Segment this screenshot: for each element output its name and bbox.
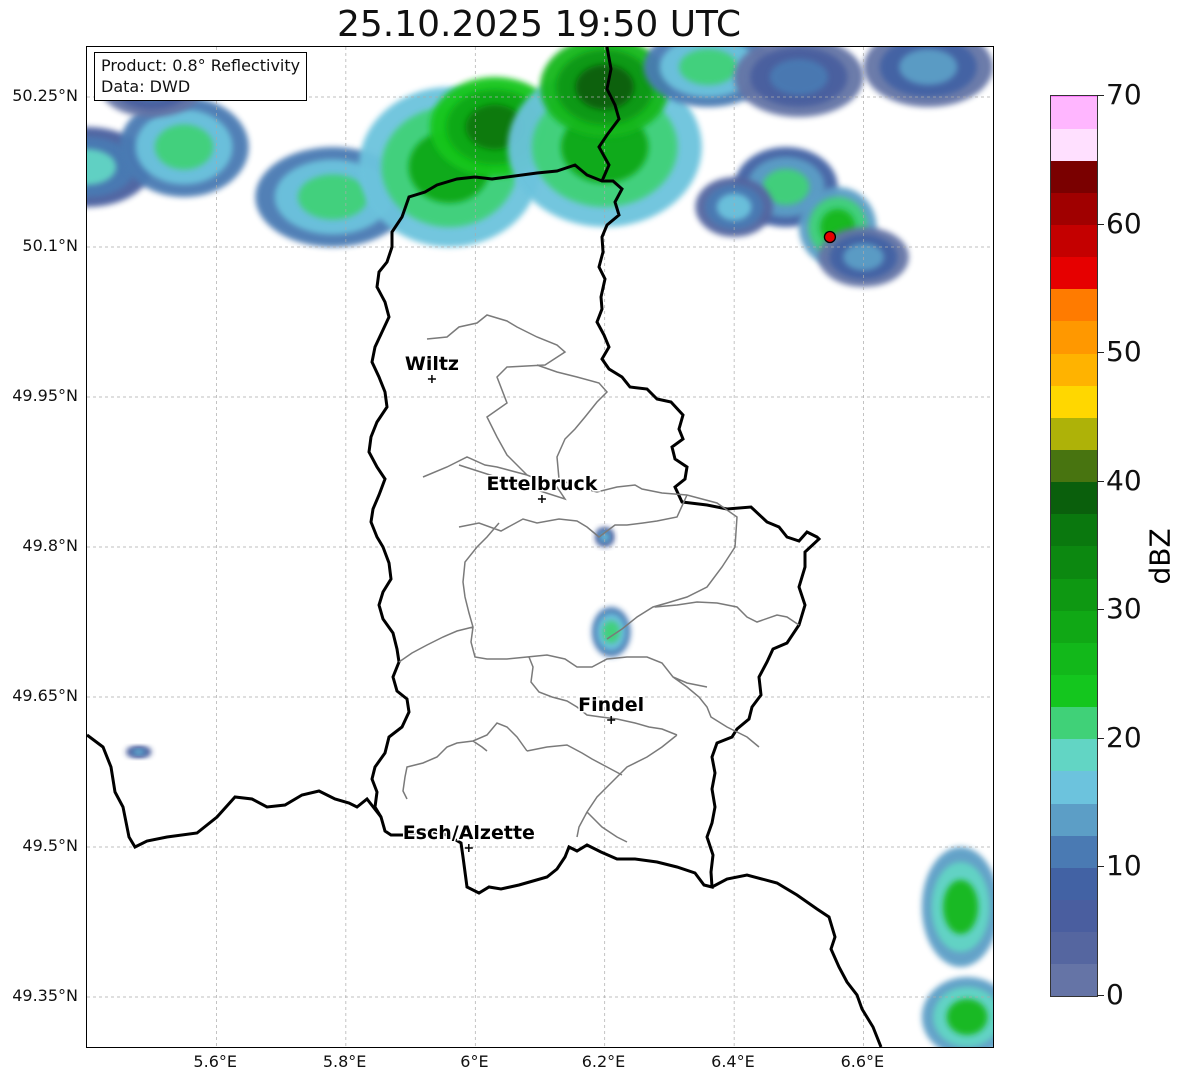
colorbar-segment — [1051, 642, 1097, 676]
colorbar-tick-label: 30 — [1106, 592, 1142, 626]
colorbar-segment — [1051, 963, 1097, 996]
colorbar-tick-label: 70 — [1106, 78, 1142, 111]
colorbar-segment — [1051, 96, 1097, 97]
colorbar-segment — [1051, 417, 1097, 451]
radar-echo-cell — [769, 59, 828, 95]
colorbar-segment — [1051, 835, 1097, 868]
colorbar-tick-label: 40 — [1106, 463, 1142, 497]
latitude-label: 49.95°N — [12, 386, 78, 405]
colorbar-tick-label: 60 — [1106, 206, 1142, 240]
colorbar-segment — [1051, 96, 1097, 129]
radar-echo-cell — [943, 880, 979, 934]
latitude-label: 49.35°N — [12, 986, 78, 1005]
city-label: Wiltz — [405, 353, 459, 375]
data-source-label: Data: DWD — [101, 77, 191, 96]
colorbar-tickmark — [1097, 223, 1104, 225]
colorbar-segment — [1051, 546, 1097, 579]
map-title: 25.10.2025 19:50 UTC — [336, 4, 742, 45]
longitude-label: 6.6°E — [840, 1052, 885, 1071]
colorbar-tickmark — [1097, 95, 1104, 96]
longitude-label: 5.6°E — [193, 1052, 237, 1071]
longitude-label: 6.2°E — [581, 1052, 626, 1071]
radar-echo-cell — [297, 174, 368, 220]
colorbar-segment — [1051, 288, 1097, 322]
latitude-label: 50.25°N — [12, 86, 78, 105]
colorbar-segment — [1051, 610, 1097, 643]
colorbar-tick-label: 0 — [1106, 978, 1124, 1011]
colorbar-segment — [1051, 449, 1097, 483]
colorbar-segment — [1051, 256, 1097, 290]
radar-site-dot — [823, 230, 837, 244]
colorbar-segment — [1051, 224, 1097, 258]
city-markers: Wiltz Ettelbruck Findel Esch/Alzette — [401, 352, 646, 852]
longitude-label: 5.8°E — [322, 1052, 367, 1071]
colorbar-tickmark — [1097, 352, 1104, 354]
radar-map-panel[interactable]: Wiltz Ettelbruck Findel Esch/Alzette — [86, 46, 994, 1048]
city-marker: Wiltz — [403, 352, 460, 383]
canton-borders — [398, 314, 800, 843]
latitude-label: 49.65°N — [12, 686, 78, 705]
colorbar-segment — [1051, 674, 1097, 708]
latitude-label: 49.5°N — [22, 836, 78, 855]
colorbar-segment — [1051, 899, 1097, 933]
product-label: Product: 0.8° Reflectivity — [101, 56, 301, 75]
colorbar-segment — [1051, 771, 1097, 804]
colorbar-label: dBZ — [1143, 528, 1177, 585]
radar-map-canvas[interactable]: Wiltz Ettelbruck Findel Esch/Alzette — [87, 47, 993, 1047]
colorbar-tick-label: 10 — [1106, 849, 1142, 883]
latitude-label: 49.8°N — [22, 536, 78, 555]
longitude-label: 6.4°E — [711, 1052, 755, 1071]
longitude-label: 6°E — [460, 1052, 489, 1071]
city-label: Findel — [578, 694, 644, 716]
colorbar-segment — [1051, 706, 1097, 740]
colorbar-segment — [1051, 513, 1097, 547]
colorbar-tickmark — [1097, 737, 1104, 739]
colorbar-tickmark — [1097, 995, 1104, 996]
city-marker: Ettelbruck — [485, 472, 599, 503]
colorbar-tick-label: 20 — [1106, 720, 1142, 754]
city-marker: Findel — [577, 693, 646, 724]
colorbar-segment — [1051, 578, 1097, 611]
colorbar-tickmark — [1097, 609, 1104, 611]
colorbar-segment — [1051, 481, 1097, 515]
city-label: Esch/Alzette — [403, 822, 535, 844]
radar-echo-cell — [899, 49, 958, 85]
colorbar-segment — [1051, 931, 1097, 965]
colorbar-tick-label: 50 — [1106, 335, 1142, 369]
colorbar-segment — [1051, 192, 1097, 226]
colorbar-segment — [1051, 385, 1097, 418]
radar-echo-cell — [679, 49, 738, 85]
colorbar-segment — [1051, 160, 1097, 193]
luxembourg-country-border — [367, 163, 822, 895]
city-marker: Esch/Alzette — [401, 821, 536, 852]
city-label: Ettelbruck — [486, 473, 597, 495]
radar-site-marker — [823, 230, 837, 244]
product-info-box: Product: 0.8° Reflectivity Data: DWD — [94, 52, 308, 101]
colorbar-segment — [1051, 867, 1097, 901]
dbz-colorbar — [1050, 95, 1098, 997]
colorbar-segment — [1051, 128, 1097, 161]
germany-border-south — [711, 873, 883, 1047]
latitude-label: 50.1°N — [22, 236, 78, 255]
colorbar-tickmark — [1097, 866, 1104, 868]
colorbar-segment — [1051, 738, 1097, 772]
colorbar-segment — [1051, 353, 1097, 386]
radar-echo-cell — [154, 124, 214, 170]
colorbar-segment — [1051, 803, 1097, 836]
radar-echo-cell — [946, 999, 988, 1035]
colorbar-tickmark — [1097, 480, 1104, 482]
radar-echo-cell — [132, 749, 145, 755]
colorbar-segment — [1051, 321, 1097, 354]
